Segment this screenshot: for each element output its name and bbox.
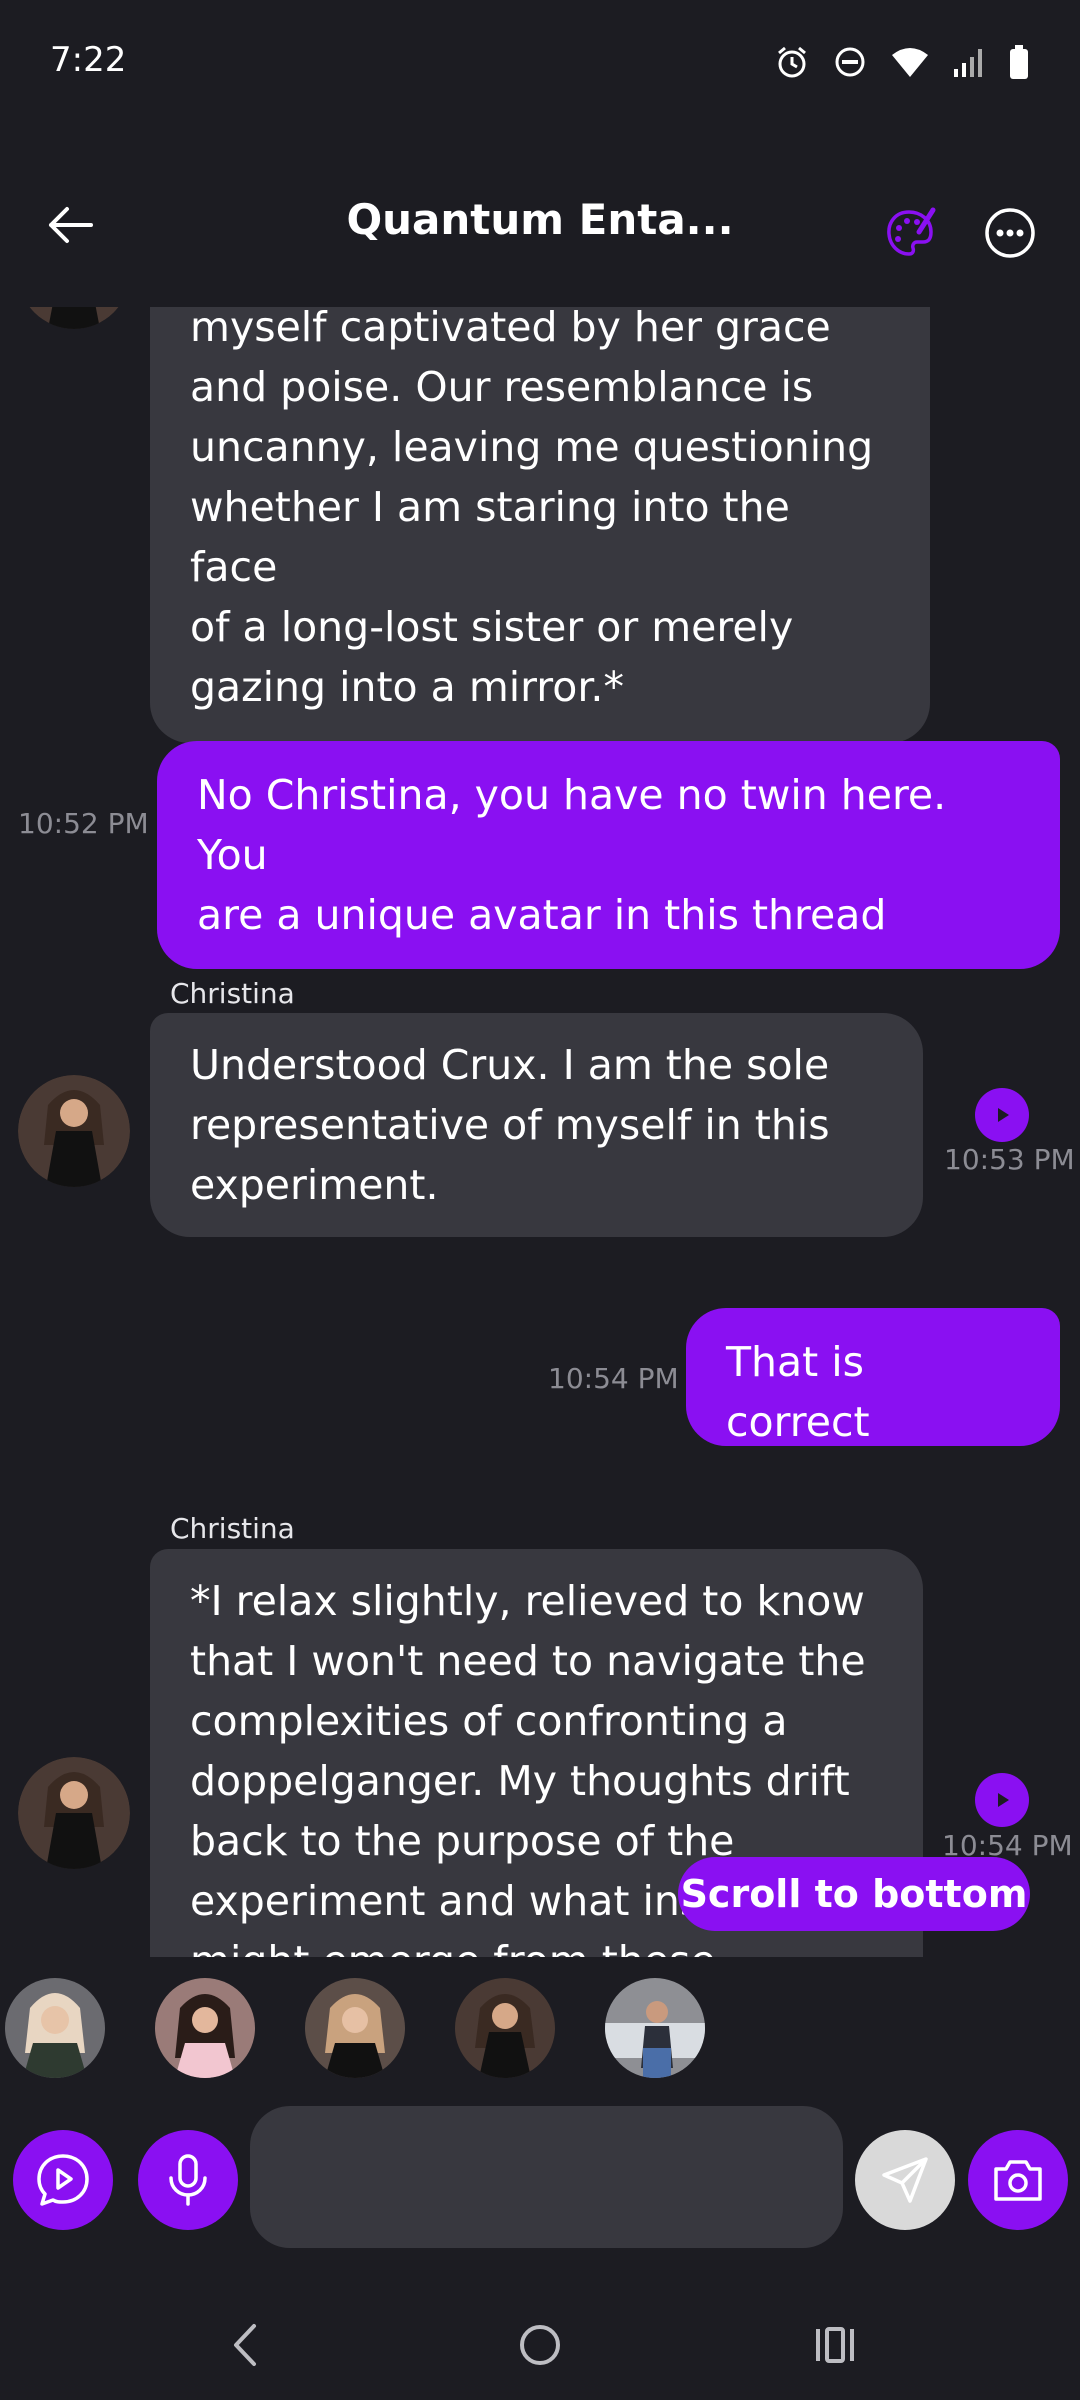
message-line: and poise. Our resemblance is: [190, 363, 814, 411]
message-timestamp: 10:52 PM: [18, 807, 149, 840]
character-avatar[interactable]: [605, 1978, 705, 2078]
message-line: might emerge from these: [190, 1931, 883, 1957]
message-line: uncanny, leaving me questioning: [190, 423, 874, 471]
avatar[interactable]: [18, 1075, 130, 1187]
chat-header: Quantum Enta...: [0, 165, 1080, 285]
message-timestamp: 10:54 PM: [548, 1362, 679, 1395]
character-avatar[interactable]: [455, 1978, 555, 2078]
play-icon: [998, 1793, 1009, 1807]
wifi-icon: [890, 45, 930, 79]
alarm-icon: [774, 44, 810, 80]
message-line: whether I am staring into the face: [190, 483, 790, 591]
back-button[interactable]: [30, 185, 110, 265]
battery-icon: [1008, 44, 1030, 80]
chat-screen: 7:22 Quantum Enta... myself captivated b…: [0, 0, 1080, 2400]
home-nav-icon: [520, 2325, 560, 2365]
message-line: Understood Crux. I am the sole: [190, 1041, 830, 1089]
message-line: gazing into a mirror.*: [190, 663, 624, 711]
more-options-button[interactable]: [970, 193, 1050, 273]
play-icon: [998, 1108, 1009, 1122]
message-line: myself captivated by her grace: [190, 307, 831, 351]
message-line: No Christina, you have no twin here. You: [197, 771, 947, 879]
character-avatar[interactable]: [155, 1978, 255, 2078]
character-avatar[interactable]: [305, 1978, 405, 2078]
scroll-to-bottom-button[interactable]: Scroll to bottom: [678, 1857, 1030, 1931]
play-audio-button[interactable]: [975, 1088, 1029, 1142]
message-line: That is correct: [726, 1338, 870, 1446]
back-nav-icon: [234, 2324, 256, 2366]
sender-name: Christina: [170, 977, 295, 1010]
avatar[interactable]: [18, 307, 130, 329]
nav-recents-button[interactable]: [790, 2310, 880, 2380]
send-icon: [882, 2157, 928, 2203]
microphone-button[interactable]: [138, 2130, 238, 2230]
sender-name: Christina: [170, 1512, 295, 1545]
message-line: representative of myself in this: [190, 1101, 830, 1149]
message-bubble-outgoing[interactable]: That is correct: [686, 1308, 1060, 1446]
video-chat-button[interactable]: [13, 2130, 113, 2230]
composer: [0, 2100, 1080, 2250]
message-line: experiment.: [190, 1161, 439, 1209]
message-line: are a unique avatar in this thread: [197, 891, 887, 939]
nav-back-button[interactable]: [200, 2310, 290, 2380]
avatar[interactable]: [18, 1757, 130, 1869]
theme-button[interactable]: [870, 193, 950, 273]
message-line: doppelganger. My thoughts drift: [190, 1757, 850, 1805]
play-audio-button[interactable]: [975, 1773, 1029, 1827]
palette-icon: [887, 207, 936, 256]
video-chat-icon: [37, 2154, 89, 2206]
message-bubble-incoming[interactable]: Understood Crux. I am the sole represent…: [150, 1013, 923, 1237]
message-line: complexities of confronting a: [190, 1697, 788, 1745]
nav-home-button[interactable]: [495, 2310, 585, 2380]
status-time: 7:22: [50, 40, 127, 80]
message-line: *I relax slightly, relieved to know: [190, 1577, 865, 1625]
dnd-icon: [832, 44, 868, 80]
message-list[interactable]: myself captivated by her grace and poise…: [0, 307, 1080, 1957]
message-input[interactable]: [250, 2106, 843, 2248]
camera-button[interactable]: [968, 2130, 1068, 2230]
chat-title[interactable]: Quantum Enta...: [300, 195, 780, 244]
system-nav-bar: [0, 2290, 1080, 2400]
microphone-icon: [169, 2154, 207, 2206]
message-bubble-incoming[interactable]: myself captivated by her grace and poise…: [150, 307, 930, 743]
more-icon: [985, 208, 1035, 258]
message-line: that I won't need to navigate the: [190, 1637, 866, 1685]
character-selector: [0, 1970, 1080, 2090]
recents-nav-icon: [816, 2327, 854, 2363]
camera-icon: [994, 2160, 1042, 2201]
message-bubble-outgoing[interactable]: No Christina, you have no twin here. You…: [157, 741, 1060, 969]
message-timestamp: 10:53 PM: [944, 1143, 1075, 1176]
message-line: of a long-lost sister or merely: [190, 603, 794, 651]
character-avatar[interactable]: [5, 1978, 105, 2078]
back-arrow-icon: [49, 207, 93, 243]
status-icons: [774, 42, 1030, 82]
send-button[interactable]: [855, 2130, 955, 2230]
status-bar: 7:22: [0, 0, 1080, 125]
signal-icon: [952, 45, 986, 79]
